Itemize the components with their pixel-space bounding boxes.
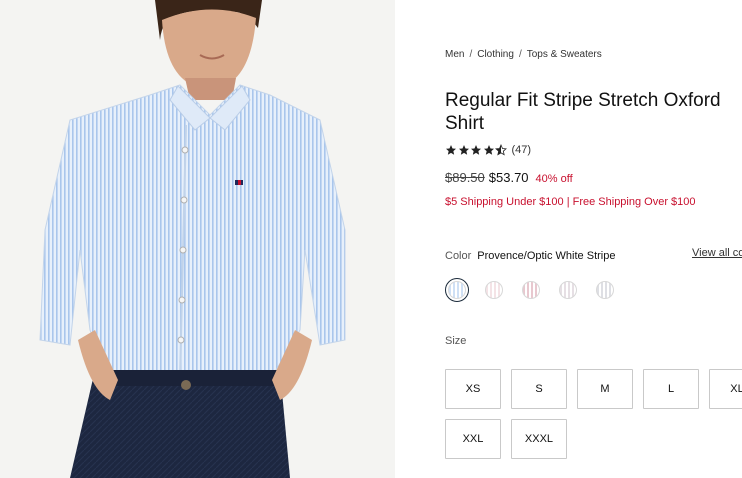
- size-option-l[interactable]: L: [643, 369, 699, 409]
- star-icon: [483, 145, 494, 155]
- color-swatch-chip: [485, 281, 503, 299]
- color-swatch[interactable]: [482, 278, 506, 302]
- sale-price: $53.70: [488, 170, 529, 185]
- review-count[interactable]: (47): [512, 144, 532, 156]
- product-rating[interactable]: (47): [445, 144, 531, 156]
- color-swatch[interactable]: [445, 278, 469, 302]
- breadcrumb-men[interactable]: Men: [445, 49, 464, 60]
- size-option-xxl[interactable]: XXL: [445, 419, 501, 459]
- color-swatch-chip: [522, 281, 540, 299]
- color-swatch-chip: [559, 281, 577, 299]
- selected-color-name: Provence/Optic White Stripe: [477, 250, 616, 262]
- half-star-icon: [495, 144, 507, 156]
- breadcrumb: Men / Clothing / Tops & Sweaters: [445, 49, 602, 60]
- view-all-colors-link[interactable]: View all co: [692, 247, 742, 259]
- rating-stars: [445, 144, 508, 156]
- product-image[interactable]: [0, 0, 395, 478]
- product-detail-panel: Men / Clothing / Tops & Sweaters Regular Fit…: [445, 0, 742, 478]
- product-photo-illustration: [0, 0, 395, 478]
- size-option-xxxl[interactable]: XXXL: [511, 419, 567, 459]
- star-icon: [471, 145, 481, 155]
- color-label: Color Provence/Optic White Stripe: [445, 250, 615, 262]
- price-row: $89.50 $53.70 40% off: [445, 170, 573, 185]
- original-price: $89.50: [445, 170, 485, 185]
- breadcrumb-separator: /: [469, 49, 473, 60]
- color-label-text: Color: [445, 250, 472, 262]
- shipping-message: $5 Shipping Under $100 | Free Shipping O…: [445, 196, 696, 208]
- color-swatch[interactable]: [556, 278, 580, 302]
- star-icon: [458, 145, 469, 155]
- product-title: Regular Fit Stripe Stretch Oxford Shirt: [445, 90, 721, 134]
- breadcrumb-tops-sweaters[interactable]: Tops & Sweaters: [527, 49, 602, 60]
- color-swatch[interactable]: [519, 278, 543, 302]
- size-option-s[interactable]: S: [511, 369, 567, 409]
- size-option-xs[interactable]: XS: [445, 369, 501, 409]
- color-swatch[interactable]: [593, 278, 617, 302]
- discount-label: 40% off: [535, 173, 573, 185]
- color-swatch-chip: [596, 281, 614, 299]
- size-option-xl[interactable]: XL: [709, 369, 742, 409]
- breadcrumb-clothing[interactable]: Clothing: [477, 49, 514, 60]
- color-swatches: [445, 278, 630, 302]
- breadcrumb-separator: /: [518, 49, 522, 60]
- size-label: Size: [445, 335, 467, 347]
- color-swatch-chip: [448, 281, 466, 299]
- star-icon: [446, 145, 456, 155]
- size-option-m[interactable]: M: [577, 369, 633, 409]
